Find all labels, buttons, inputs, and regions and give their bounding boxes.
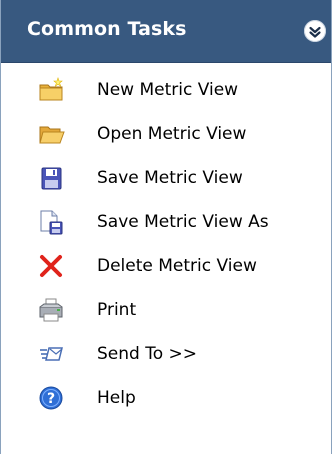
double-chevron-up-icon: [309, 26, 321, 38]
floppy-disk-icon: [37, 164, 65, 192]
new-folder-icon: [37, 76, 65, 104]
task-label: Send To >>: [97, 344, 198, 364]
task-save-metric-view-as[interactable]: Save Metric View As: [1, 200, 331, 244]
task-new-metric-view[interactable]: New Metric View: [1, 68, 331, 112]
task-print[interactable]: Print: [1, 288, 331, 332]
send-to-icon: [37, 340, 65, 368]
task-save-metric-view[interactable]: Save Metric View: [1, 156, 331, 200]
task-label: Help: [97, 388, 136, 408]
panel-title: Common Tasks: [27, 18, 187, 40]
task-label: Open Metric View: [97, 124, 247, 144]
task-label: Delete Metric View: [97, 256, 257, 276]
task-delete-metric-view[interactable]: Delete Metric View: [1, 244, 331, 288]
task-send-to[interactable]: Send To >>: [1, 332, 331, 376]
task-label: Save Metric View: [97, 168, 243, 188]
help-question-icon: ?: [37, 384, 65, 412]
common-tasks-panel: Common Tasks New Metric View Open Metric…: [0, 0, 332, 454]
collapse-button[interactable]: [304, 20, 326, 42]
red-x-delete-icon: [37, 252, 65, 280]
task-label: Print: [97, 300, 137, 320]
svg-text:?: ?: [47, 391, 55, 407]
task-open-metric-view[interactable]: Open Metric View: [1, 112, 331, 156]
task-label: New Metric View: [97, 80, 239, 100]
save-as-icon: [37, 208, 65, 236]
panel-header: Common Tasks: [1, 0, 331, 63]
task-label: Save Metric View As: [97, 212, 269, 232]
task-help[interactable]: ? Help: [1, 376, 331, 420]
printer-icon: [37, 296, 65, 324]
open-folder-icon: [37, 120, 65, 148]
